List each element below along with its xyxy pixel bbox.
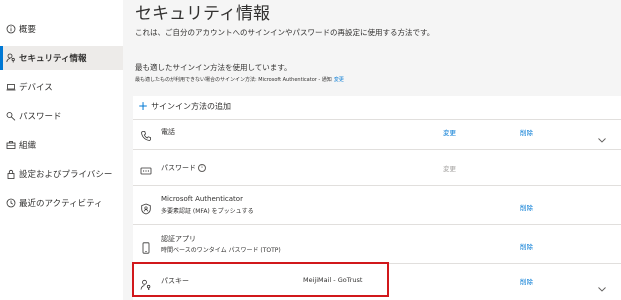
sidebar-item-label: 最近のアクティビティ [19,199,103,209]
app-root: 概要 セキュリティ情報 デバイス パスワード 組織 設定およびプライバシー 最近… [0,0,621,300]
history-icon [6,198,16,208]
default-method-heading: 最も適したサインイン方法を使用しています。 [135,63,292,72]
page-subtitle: これは、ご自分のアカウントへのサインインやパスワードの再設定に使用する方法です。 [135,28,435,37]
delete-authenticator-link[interactable]: 削除 [520,202,533,212]
delete-totp-app-link[interactable]: 削除 [520,241,533,251]
info-icon [6,24,16,34]
method-row-password: パスワード i 変更 [133,150,621,186]
sidebar-item-label: パスワード [19,112,62,122]
change-default-link[interactable]: 変更 [334,77,344,83]
change-phone-link[interactable]: 変更 [443,127,456,137]
method-name: パスワード i [161,163,206,173]
briefcase-icon [6,140,16,150]
info-circle-icon[interactable]: i [198,164,206,172]
sidebar: 概要 セキュリティ情報 デバイス パスワード 組織 設定およびプライバシー 最近… [0,0,123,300]
change-password-link: 変更 [443,165,456,173]
delete-phone-link[interactable]: 削除 [520,127,533,137]
methods-card: + サインイン方法の追加 電話 変更 削除 パスワード i 変更 Microso… [133,96,621,300]
sidebar-item-devices[interactable]: デバイス [0,75,123,99]
passkey-icon [140,276,152,290]
sidebar-item-organizations[interactable]: 組織 [0,133,123,157]
method-row-authenticator: Microsoft Authenticator 多要素認証 (MFA) をプッシ… [133,186,621,225]
method-name: 認証アプリ [161,235,196,243]
add-method-button[interactable]: + サインイン方法の追加 [138,100,231,112]
method-description: 時間ベースのワンタイム パスワード (TOTP) [161,247,281,254]
add-method-label: サインイン方法の追加 [151,101,232,111]
method-name: Microsoft Authenticator [161,195,243,203]
sidebar-item-overview[interactable]: 概要 [0,17,123,41]
lock-icon [6,169,16,179]
method-row-totp-app: 認証アプリ 時間ベースのワンタイム パスワード (TOTP) 削除 [133,225,621,264]
method-name-text: パスワード [161,164,196,172]
sidebar-item-recent-activity[interactable]: 最近のアクティビティ [0,191,123,215]
method-row-phone: 電話 変更 削除 [133,120,621,150]
sidebar-item-settings-privacy[interactable]: 設定およびプライバシー [0,162,123,186]
laptop-icon [6,82,16,92]
method-name: パスキー [161,277,189,285]
chevron-down-icon[interactable] [597,278,607,292]
method-row-passkey: パスキー MeijiMail - GoTrust 削除 [133,264,621,300]
default-method-detail: 最も適したものが利用できない場合のサインイン方法: Microsoft Auth… [135,76,344,83]
sidebar-item-security-info[interactable]: セキュリティ情報 [0,46,123,70]
page-title: セキュリティ情報 [135,4,270,24]
sidebar-item-label: 設定およびプライバシー [19,170,113,180]
sidebar-item-password[interactable]: パスワード [0,104,123,128]
method-name: 電話 [161,128,175,136]
delete-passkey-link[interactable]: 削除 [520,276,533,286]
key-icon [6,111,16,121]
method-description: 多要素認証 (MFA) をプッシュする [161,208,254,215]
chevron-down-icon[interactable] [597,129,607,143]
main-content: セキュリティ情報 これは、ご自分のアカウントへのサインインやパスワードの再設定に… [123,0,621,300]
phone-icon [140,127,152,141]
person-key-icon [6,53,16,63]
mobile-app-icon [140,239,152,254]
default-method-text: 最も適したものが利用できない場合のサインイン方法: Microsoft Auth… [135,77,332,83]
password-dots-icon [140,162,152,175]
authenticator-icon [140,200,152,215]
sidebar-item-label: デバイス [19,83,53,93]
sidebar-item-label: 概要 [19,25,37,35]
sidebar-item-label: 組織 [19,141,37,151]
plus-icon: + [138,99,149,113]
sidebar-item-label: セキュリティ情報 [19,54,87,64]
passkey-value: MeijiMail - GoTrust [303,276,363,284]
add-method-row: + サインイン方法の追加 [133,96,621,120]
